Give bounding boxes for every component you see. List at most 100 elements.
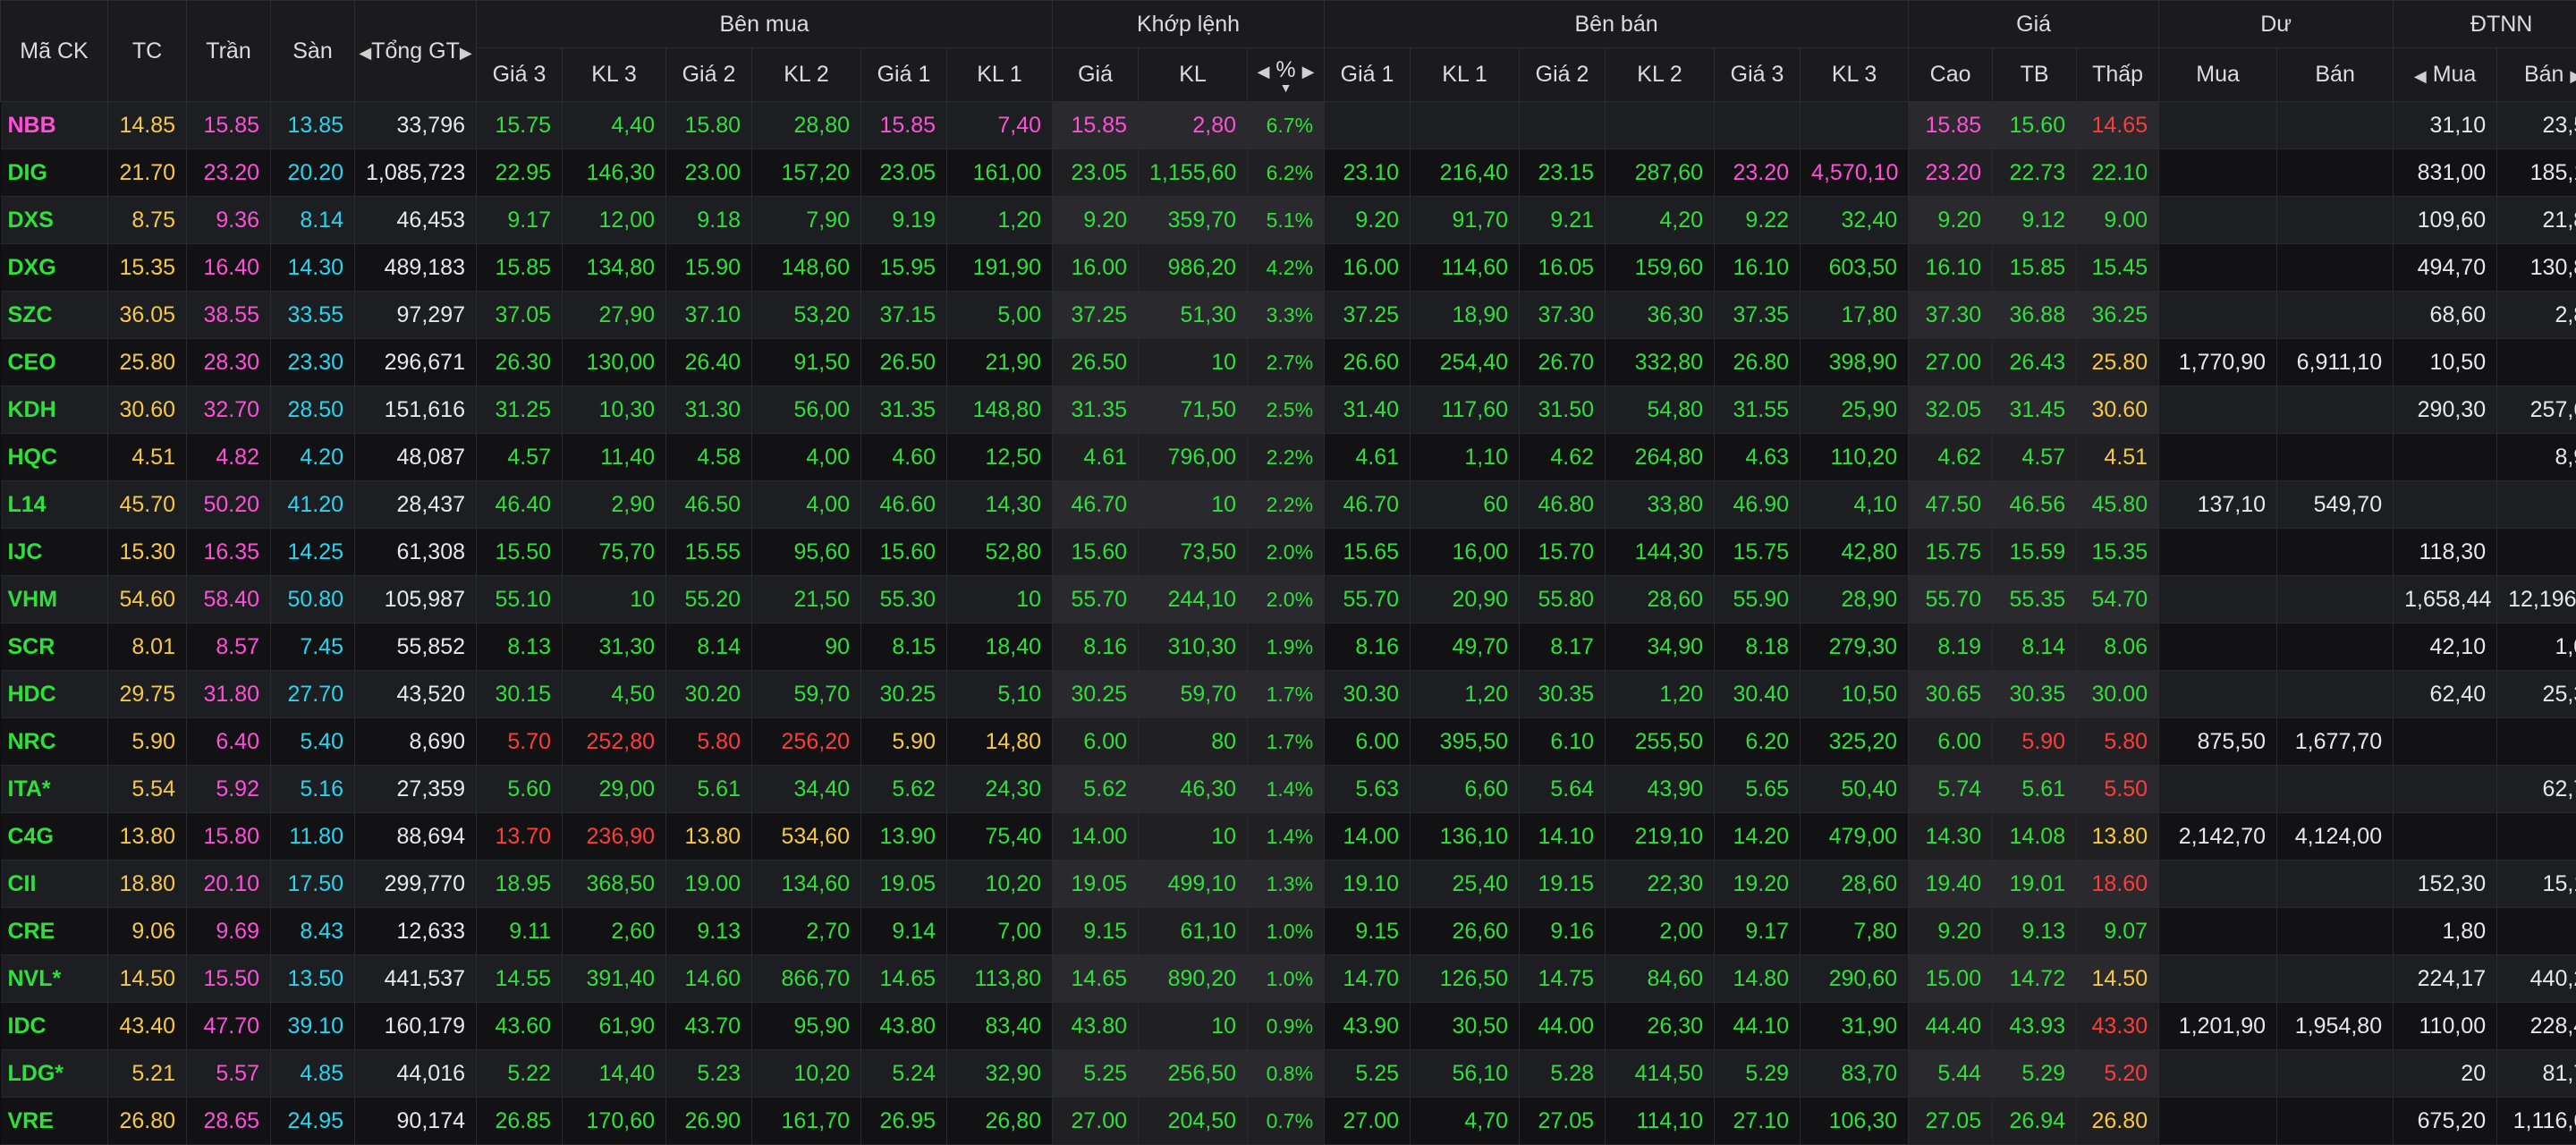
table-row[interactable]: C4G13.8015.8011.8088,69413.70236,9013.80… [1,813,2576,861]
header-symbol[interactable]: Mã CK [1,1,108,102]
table-row[interactable]: LDG*5.215.574.8544,0165.2214,405.2310,20… [1,1050,2576,1098]
table-row[interactable]: L1445.7050.2041.2028,43746.402,9046.504,… [1,481,2576,529]
table-row[interactable]: HDC29.7531.8027.7043,52030.154,5030.2059… [1,671,2576,718]
cell-foreign-buy: 494,70 [2394,244,2497,292]
cell-buy-vol-2: 256,20 [752,718,861,766]
table-row[interactable]: NRC5.906.405.408,6905.70252,805.80256,20… [1,718,2576,766]
cell-symbol[interactable]: CRE [1,908,108,955]
cell-sell-price-1: 27.00 [1325,1098,1411,1145]
group-price: Giá [1909,1,2159,48]
header-ceiling[interactable]: Trần [187,1,271,102]
cell-match-volume: 10 [1139,813,1248,861]
header-sell-price-2[interactable]: Giá 2 [1520,48,1606,102]
header-change-percent[interactable]: ◀ % ▶▼ [1248,48,1325,102]
table-row[interactable]: DXS8.759.368.1446,4539.1712,009.187,909.… [1,197,2576,244]
table-row[interactable]: DXG15.3516.4014.30489,18315.85134,8015.9… [1,244,2576,292]
cell-ceiling: 5.92 [187,766,271,813]
cell-symbol[interactable]: SZC [1,292,108,339]
cell-symbol[interactable]: LDG* [1,1050,108,1098]
header-sell-vol-2[interactable]: KL 2 [1606,48,1715,102]
header-buy-price-3[interactable]: Giá 3 [477,48,563,102]
table-row[interactable]: ITA*5.545.925.1627,3595.6029,005.6134,40… [1,766,2576,813]
cell-symbol[interactable]: NVL* [1,955,108,1003]
table-row[interactable]: DIG21.7023.2020.201,085,72322.95146,3023… [1,149,2576,197]
cell-symbol[interactable]: CII [1,861,108,908]
cell-sell-vol-2: 287,60 [1606,149,1715,197]
header-match-volume[interactable]: KL [1139,48,1248,102]
caret-right-icon[interactable]: ▶ [1302,63,1315,81]
cell-ceiling: 5.57 [187,1050,271,1098]
caret-right-icon[interactable]: ▶ [2570,67,2576,85]
caret-left-icon[interactable]: ◀ [1258,63,1270,81]
cell-symbol[interactable]: VHM [1,576,108,623]
table-row[interactable]: VRE26.8028.6524.9590,17426.85170,6026.90… [1,1098,2576,1145]
cell-match-price: 26.50 [1053,339,1139,386]
header-high[interactable]: Cao [1909,48,1993,102]
cell-floor: 8.43 [271,908,355,955]
table-row[interactable]: IDC43.4047.7039.10160,17943.6061,9043.70… [1,1003,2576,1050]
cell-symbol[interactable]: NBB [1,102,108,149]
cell-symbol[interactable]: DIG [1,149,108,197]
sort-desc-icon[interactable]: ▼ [1249,83,1323,92]
cell-symbol[interactable]: IJC [1,529,108,576]
table-row[interactable]: NVL*14.5015.5013.50441,53714.55391,4014.… [1,955,2576,1003]
table-row[interactable]: HQC4.514.824.2048,0874.5711,404.584,004.… [1,434,2576,481]
cell-symbol[interactable]: NRC [1,718,108,766]
cell-symbol[interactable]: IDC [1,1003,108,1050]
cell-low: 43.30 [2077,1003,2159,1050]
caret-right-icon[interactable]: ▶ [460,44,472,62]
header-reference[interactable]: TC [108,1,187,102]
table-row[interactable]: NBB14.8515.8513.8533,79615.754,4015.8028… [1,102,2576,149]
table-row[interactable]: CII18.8020.1017.50299,77018.95368,5019.0… [1,861,2576,908]
cell-foreign-buy: 118,30 [2394,529,2497,576]
table-row[interactable]: SZC36.0538.5533.5597,29737.0527,9037.105… [1,292,2576,339]
header-match-price[interactable]: Giá [1053,48,1139,102]
table-row[interactable]: CRE9.069.698.4312,6339.112,609.132,709.1… [1,908,2576,955]
cell-low: 9.00 [2077,197,2159,244]
cell-average: 19.01 [1993,861,2077,908]
cell-floor: 13.85 [271,102,355,149]
cell-symbol[interactable]: KDH [1,386,108,434]
cell-symbol[interactable]: DXG [1,244,108,292]
header-buy-price-1[interactable]: Giá 1 [861,48,947,102]
header-floor[interactable]: Sàn [271,1,355,102]
cell-symbol[interactable]: CEO [1,339,108,386]
cell-symbol[interactable]: C4G [1,813,108,861]
cell-symbol[interactable]: HDC [1,671,108,718]
table-row[interactable]: CEO25.8028.3023.30296,67126.30130,0026.4… [1,339,2576,386]
header-sell-price-1[interactable]: Giá 1 [1325,48,1411,102]
header-sell-vol-1[interactable]: KL 1 [1411,48,1520,102]
table-row[interactable]: VHM54.6058.4050.80105,98755.101055.2021,… [1,576,2576,623]
header-low[interactable]: Thấp [2077,48,2159,102]
cell-symbol[interactable]: HQC [1,434,108,481]
header-total-value[interactable]: ◀Tổng GT▶ [355,1,477,102]
header-buy-vol-3[interactable]: KL 3 [563,48,666,102]
caret-left-icon[interactable]: ◀ [2414,67,2427,85]
caret-left-icon[interactable]: ◀ [359,44,371,62]
header-foreign-buy[interactable]: ◀ Mua [2394,48,2497,102]
cell-change-percent: 1.3% [1248,861,1325,908]
cell-symbol[interactable]: DXS [1,197,108,244]
header-foreign-sell[interactable]: Bán ▶ [2497,48,2576,102]
table-row[interactable]: KDH30.6032.7028.50151,61631.2510,3031.30… [1,386,2576,434]
header-buy-vol-2[interactable]: KL 2 [752,48,861,102]
header-average[interactable]: TB [1993,48,2077,102]
table-row[interactable]: SCR8.018.577.4555,8528.1331,308.14908.15… [1,623,2576,671]
cell-symbol[interactable]: L14 [1,481,108,529]
header-remaining-sell[interactable]: Bán [2277,48,2394,102]
cell-low: 22.10 [2077,149,2159,197]
header-sell-vol-3[interactable]: KL 3 [1801,48,1909,102]
cell-buy-vol-1: 191,90 [947,244,1053,292]
header-buy-price-2[interactable]: Giá 2 [666,48,752,102]
table-row[interactable]: IJC15.3016.3514.2561,30815.5075,7015.559… [1,529,2576,576]
cell-reference: 30.60 [108,386,187,434]
cell-sell-vol-2: 255,50 [1606,718,1715,766]
cell-low: 45.80 [2077,481,2159,529]
cell-buy-vol-1: 26,80 [947,1098,1053,1145]
cell-symbol[interactable]: SCR [1,623,108,671]
cell-symbol[interactable]: ITA* [1,766,108,813]
cell-symbol[interactable]: VRE [1,1098,108,1145]
header-remaining-buy[interactable]: Mua [2159,48,2277,102]
header-buy-vol-1[interactable]: KL 1 [947,48,1053,102]
header-sell-price-3[interactable]: Giá 3 [1715,48,1801,102]
